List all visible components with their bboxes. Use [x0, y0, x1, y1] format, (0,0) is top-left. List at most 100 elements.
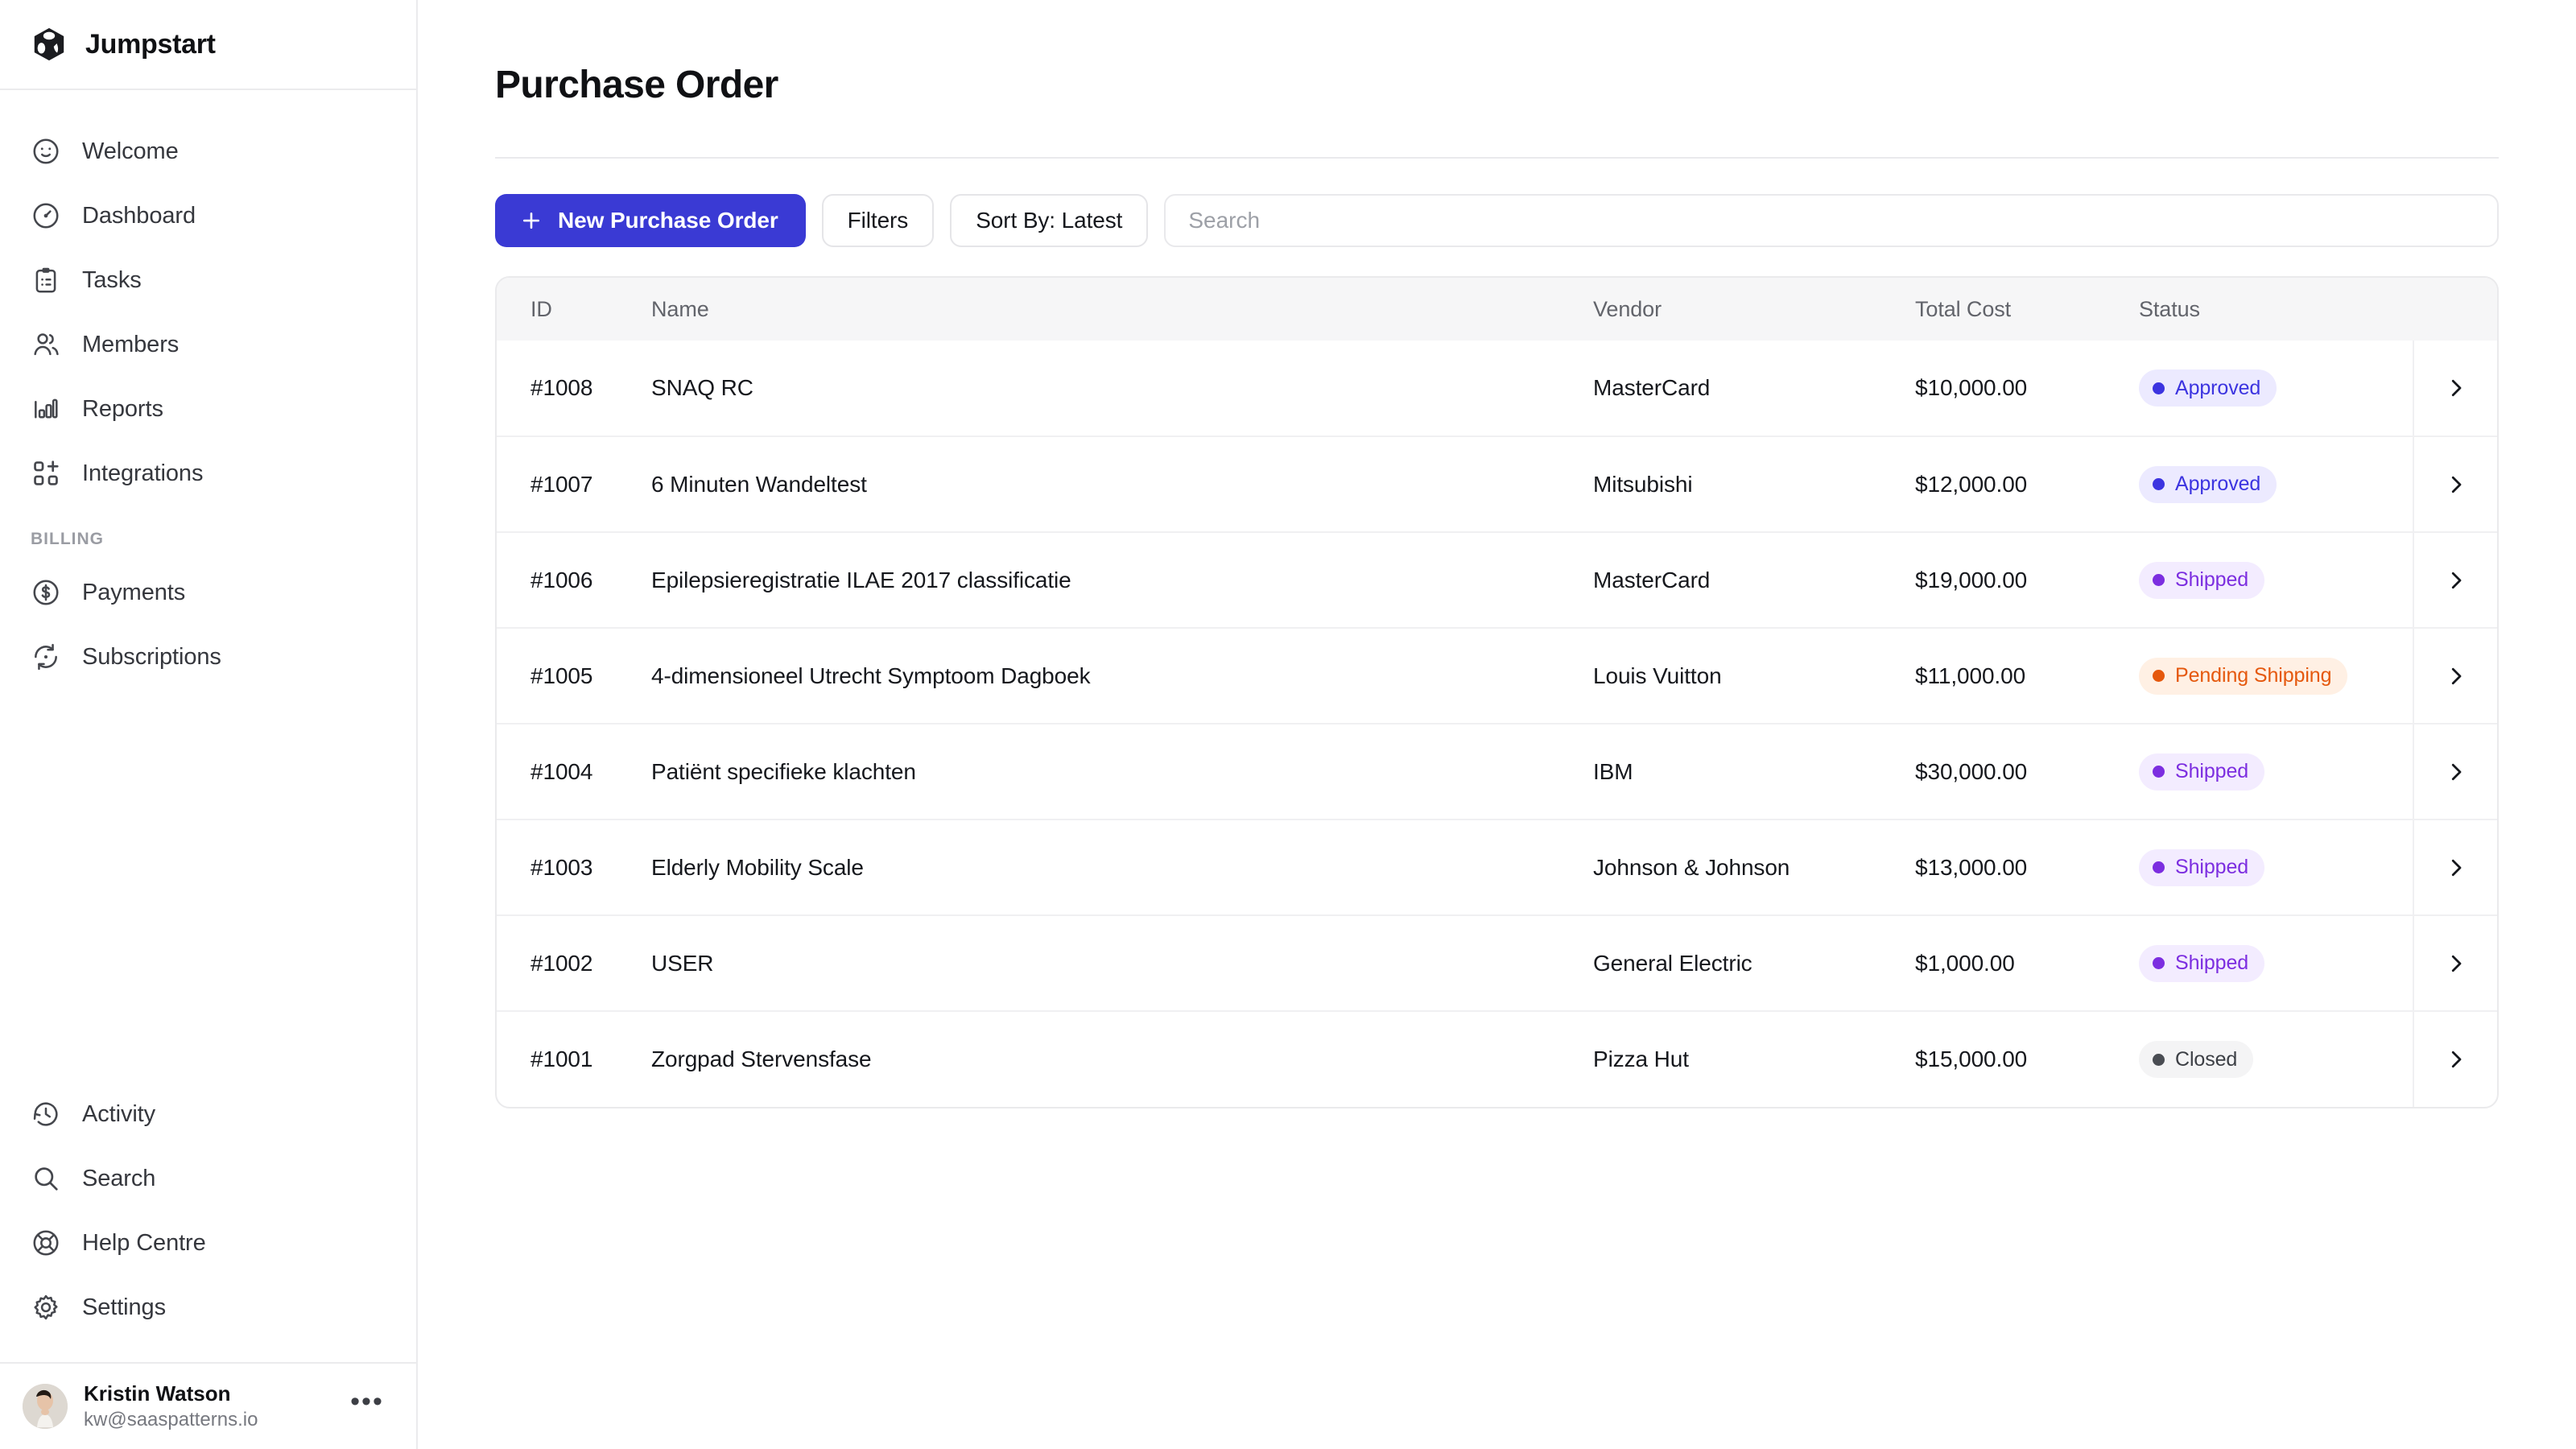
- cell-total-cost: $10,000.00: [1915, 375, 2028, 400]
- sidebar-item-subscriptions[interactable]: Subscriptions: [0, 625, 416, 689]
- sidebar-item-search[interactable]: Search: [0, 1146, 416, 1211]
- chevron-right-icon[interactable]: [2414, 724, 2497, 819]
- clock-history-icon: [31, 1099, 61, 1129]
- table-row[interactable]: #1003 Elderly Mobility Scale Johnson & Joh…: [497, 819, 2497, 915]
- cell-row-action[interactable]: [2413, 436, 2497, 532]
- cell-name: Zorgpad Stervensfase: [621, 1010, 1563, 1107]
- gauge-icon: [31, 200, 61, 231]
- cell-row-action[interactable]: [2413, 341, 2497, 436]
- refresh-cycle-icon: [31, 642, 61, 672]
- gear-icon: [31, 1292, 61, 1323]
- status-badge: Shipped: [2139, 561, 2265, 599]
- sidebar-nav-secondary: Activity Search Help Centre Settings: [0, 1082, 416, 1362]
- clipboard-icon: [31, 265, 61, 295]
- cell-status: Closed: [2108, 1010, 2413, 1107]
- table-row[interactable]: #1005 4-dimensioneel Utrecht Symptoom Dag…: [497, 627, 2497, 724]
- purchase-order-table-card: ID Name Vendor Total Cost Status #1008 SN…: [495, 276, 2499, 1108]
- table-row[interactable]: #1008 SNAQ RC MasterCard $10,000.00 Approved: [497, 341, 2497, 436]
- sidebar-item-dashboard[interactable]: Dashboard: [0, 184, 416, 248]
- user-meta: Kristin Watson kw@saaspatterns.io: [84, 1381, 329, 1432]
- cell-total-cost: $15,000.00: [1885, 1010, 2108, 1107]
- page-title: Purchase Order: [495, 64, 778, 106]
- column-header-vendor: Vendor: [1563, 278, 1885, 341]
- new-purchase-order-button[interactable]: New Purchase Order: [495, 194, 806, 247]
- status-dot-icon: [2153, 861, 2165, 873]
- cell-name: SNAQ RC: [651, 375, 753, 400]
- sidebar-item-label: Reports: [82, 395, 163, 422]
- sidebar-item-settings[interactable]: Settings: [0, 1275, 416, 1340]
- cell-row-action[interactable]: [2413, 1010, 2497, 1107]
- ellipsis-icon[interactable]: •••: [345, 1385, 389, 1428]
- table-row[interactable]: #1006 Epilepsieregistratie ILAE 2017 clas…: [497, 531, 2497, 628]
- table-row[interactable]: #1002 USER General Electric $1,000.00 Shippe…: [497, 914, 2497, 1011]
- cell-name: Elderly Mobility Scale: [621, 819, 1563, 915]
- chevron-right-icon[interactable]: [2414, 437, 2497, 531]
- table-row[interactable]: #1007 6 Minuten Wandeltest Mitsubishi $12,0…: [497, 436, 2497, 532]
- cell-id: #1006: [497, 531, 621, 628]
- title-divider: [495, 157, 2499, 159]
- cell-name: 4-dimensioneel Utrecht Symptoom Dagboek: [621, 627, 1563, 724]
- search-field-wrapper: [1164, 194, 2499, 247]
- status-badge-label: Approved: [2175, 376, 2261, 399]
- cell-name: USER: [621, 914, 1563, 1011]
- sidebar-item-members[interactable]: Members: [0, 312, 416, 377]
- user-profile-bar[interactable]: Kristin Watson kw@saaspatterns.io •••: [0, 1362, 416, 1449]
- table-row[interactable]: #1004 Patiënt specifieke klachten IBM $30,0…: [497, 723, 2497, 819]
- cell-row-action[interactable]: [2413, 723, 2497, 819]
- cell-status: Shipped: [2108, 819, 2413, 915]
- status-badge: Shipped: [2139, 944, 2265, 982]
- status-dot-icon: [2153, 1053, 2165, 1066]
- chevron-right-icon[interactable]: [2414, 820, 2497, 914]
- table-body: #1008 SNAQ RC MasterCard $10,000.00 Approved…: [497, 341, 2497, 1107]
- filters-button[interactable]: Filters: [821, 194, 935, 247]
- users-icon: [31, 329, 61, 360]
- status-dot-icon: [2153, 574, 2165, 586]
- chevron-right-icon[interactable]: [2414, 1013, 2497, 1107]
- status-dot-icon: [2153, 957, 2165, 969]
- cell-row-action[interactable]: [2413, 819, 2497, 915]
- cube-icon: [31, 26, 68, 63]
- cell-row-action[interactable]: [2413, 627, 2497, 724]
- cell-row-action[interactable]: [2413, 531, 2497, 628]
- sidebar-item-payments[interactable]: Payments: [0, 560, 416, 625]
- sidebar-item-reports[interactable]: Reports: [0, 377, 416, 441]
- chevron-right-icon[interactable]: [2414, 916, 2497, 1010]
- sidebar-item-integrations[interactable]: Integrations: [0, 441, 416, 506]
- search-icon: [31, 1163, 61, 1194]
- brand-header[interactable]: Jumpstart: [0, 0, 416, 90]
- smiley-face-icon: [31, 136, 61, 167]
- dollar-circle-icon: [31, 577, 61, 608]
- sidebar-item-help-centre[interactable]: Help Centre: [0, 1211, 416, 1275]
- bar-chart-icon: [31, 394, 61, 424]
- sidebar-item-label: Search: [82, 1165, 156, 1191]
- cell-id: #1007: [497, 436, 621, 532]
- sidebar-item-activity[interactable]: Activity: [0, 1082, 416, 1146]
- chevron-right-icon[interactable]: [2414, 341, 2497, 436]
- status-badge: Pending Shipping: [2139, 657, 2348, 695]
- table-head: ID Name Vendor Total Cost Status: [497, 278, 2497, 341]
- column-header-status: Status: [2108, 278, 2413, 341]
- column-header-action: [2413, 278, 2497, 341]
- sidebar-item-tasks[interactable]: Tasks: [0, 248, 416, 312]
- sidebar-nav-primary: Welcome Dashboard Tasks Members Reports …: [0, 90, 416, 689]
- status-badge-label: Closed: [2175, 1047, 2238, 1071]
- cell-id: #1004: [497, 723, 621, 819]
- user-name: Kristin Watson: [84, 1381, 231, 1406]
- plus-icon: [519, 208, 543, 233]
- status-dot-icon: [2153, 478, 2165, 490]
- cell-id: #1005: [497, 627, 621, 724]
- cell-row-action[interactable]: [2413, 914, 2497, 1011]
- cell-status: Pending Shipping: [2108, 627, 2413, 724]
- sidebar-item-label: Integrations: [82, 460, 204, 486]
- chevron-right-icon[interactable]: [2414, 629, 2497, 723]
- cell-vendor: MasterCard: [1593, 375, 1711, 400]
- sort-by-button[interactable]: Sort By: Latest: [950, 194, 1149, 247]
- sidebar-item-welcome[interactable]: Welcome: [0, 119, 416, 184]
- search-input[interactable]: [1164, 194, 2499, 247]
- chevron-right-icon[interactable]: [2414, 533, 2497, 627]
- cell-vendor: General Electric: [1563, 914, 1885, 1011]
- brand-name: Jumpstart: [85, 28, 216, 60]
- cell-vendor: Mitsubishi: [1563, 436, 1885, 532]
- table-row[interactable]: #1001 Zorgpad Stervensfase Pizza Hut $15,00…: [497, 1010, 2497, 1107]
